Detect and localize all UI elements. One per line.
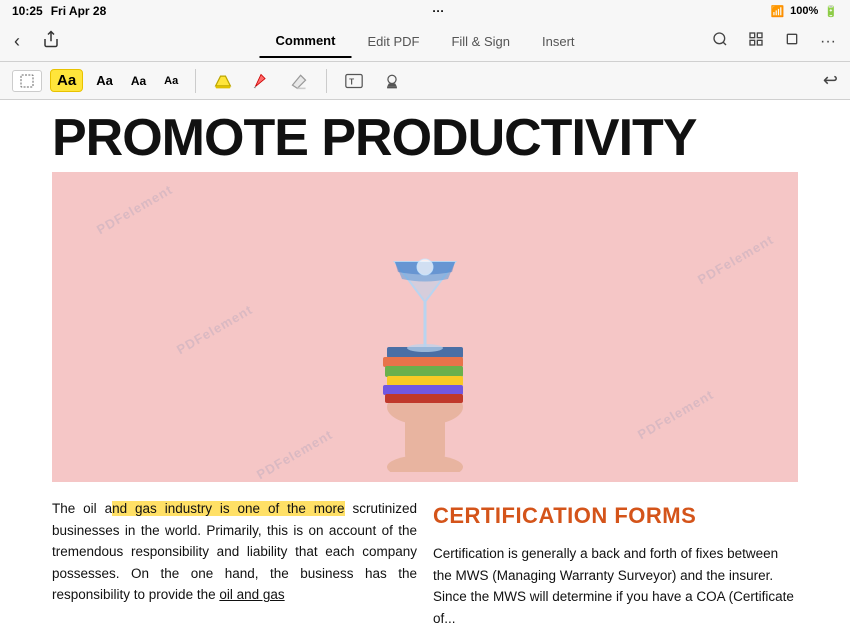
status-bar: 10:25 Fri Apr 28 ··· 📶 100% 🔋 (0, 0, 850, 22)
certification-title: CERTIFICATION FORMS (433, 498, 798, 533)
font-size-large[interactable]: Aa (50, 69, 83, 92)
battery-percentage: 100% (790, 5, 818, 17)
tab-editpdf[interactable]: Edit PDF (351, 25, 435, 58)
right-paragraph: Certification is generally a back and fo… (433, 543, 798, 629)
left-column: The oil and gas industry is one of the m… (52, 498, 417, 630)
right-column: CERTIFICATION FORMS Certification is gen… (433, 498, 798, 630)
back-button[interactable]: ‹ (10, 29, 24, 54)
tab-fillsign[interactable]: Fill & Sign (435, 25, 526, 58)
toolbar-center: Comment Edit PDF Fill & Sign Insert (259, 25, 590, 58)
illustration (265, 182, 585, 472)
share-button[interactable] (38, 28, 64, 55)
status-bar-right: 📶 100% 🔋 (770, 5, 838, 18)
crop-button[interactable] (780, 29, 804, 54)
tab-comment[interactable]: Comment (259, 25, 351, 58)
undo-button[interactable]: ↩ (823, 70, 838, 91)
grid-button[interactable] (744, 29, 768, 54)
selection-button[interactable] (12, 70, 42, 92)
stamp-tool[interactable] (377, 69, 407, 93)
content-area: PROMOTE PRODUCTIVITY PDFelement PDFeleme… (0, 100, 850, 638)
toolbar-separator-1 (195, 69, 196, 93)
font-size-medium-1[interactable]: Aa (91, 70, 118, 91)
top-toolbar: ‹ Comment Edit PDF Fill & Sign Insert (0, 22, 850, 62)
status-dots: ··· (432, 4, 444, 18)
wifi-icon: 📶 (770, 5, 784, 18)
toolbar-separator-2 (326, 69, 327, 93)
battery-icon: 🔋 (824, 5, 838, 18)
font-size-medium-2[interactable]: Aa (126, 71, 151, 91)
page-area: PROMOTE PRODUCTIVITY PDFelement PDFeleme… (0, 100, 850, 630)
watermark-3: PDFelement (174, 302, 255, 358)
status-day: Fri Apr 28 (51, 4, 107, 18)
search-button[interactable] (708, 29, 732, 54)
font-size-small[interactable]: Aa (159, 72, 183, 90)
page-title: PROMOTE PRODUCTIVITY (0, 100, 850, 172)
highlighted-text: nd gas industry is one of the more (112, 501, 344, 516)
pen-tool[interactable] (246, 69, 276, 93)
annotation-toolbar: Aa Aa Aa Aa T (0, 62, 850, 100)
hero-image: PDFelement PDFelement PDFelement PDFelem… (52, 172, 798, 482)
watermark-2: PDFelement (695, 232, 776, 288)
status-bar-left: 10:25 Fri Apr 28 (12, 4, 106, 18)
textbox-tool[interactable]: T (339, 69, 369, 93)
toolbar-left: ‹ (10, 28, 64, 55)
text-columns: The oil and gas industry is one of the m… (0, 482, 850, 630)
status-bar-center: ··· (432, 4, 444, 18)
watermark-4: PDFelement (635, 387, 716, 443)
watermark-1: PDFelement (94, 182, 175, 238)
svg-text:T: T (349, 77, 354, 86)
status-time: 10:25 (12, 4, 43, 18)
eraser-tool[interactable] (284, 69, 314, 93)
highlight-tool[interactable] (208, 69, 238, 93)
tab-insert[interactable]: Insert (526, 25, 591, 58)
underlined-text: oil and gas (219, 587, 284, 602)
left-paragraph: The oil and gas industry is one of the m… (52, 498, 417, 606)
toolbar-right: ··· (708, 29, 840, 54)
more-button[interactable]: ··· (816, 31, 840, 53)
